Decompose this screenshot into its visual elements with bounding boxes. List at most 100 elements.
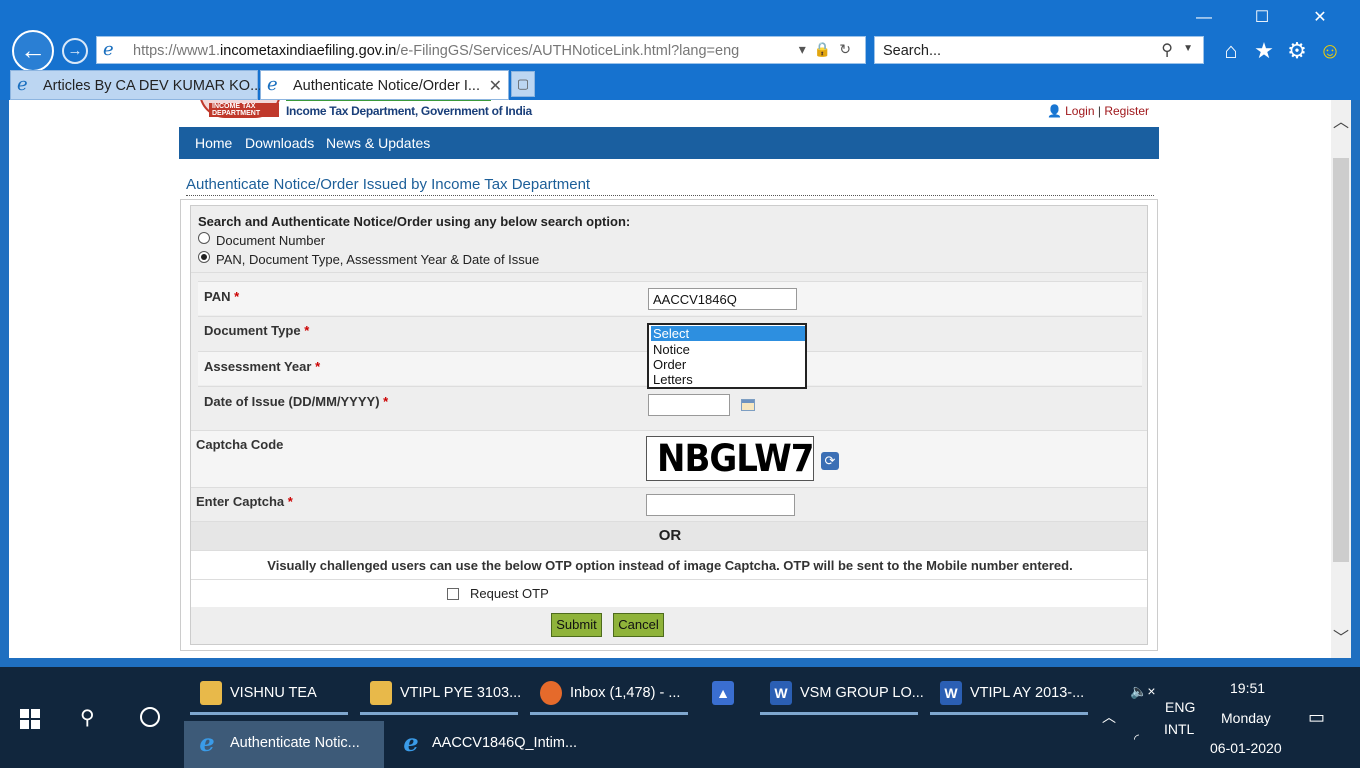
arrow-left-icon: ← [20,35,46,65]
login-link[interactable]: Login [1065,104,1094,118]
date-of-issue-label-text: Date of Issue (DD/MM/YYYY) [204,394,380,409]
or-separator: OR [658,527,682,544]
taskbar-item-label: VISHNU TEA [230,685,317,701]
windows-start-icon[interactable] [20,709,40,729]
logo-emblem: INCOME TAX DEPARTMENT [199,100,281,118]
nav-home[interactable]: Home [195,135,232,151]
document-type-label-text: Document Type [204,323,301,338]
clock-time[interactable]: 19:51 [1230,680,1265,696]
row-date-of-issue: Date of Issue (DD/MM/YYYY) * [198,386,1142,424]
search-icon[interactable]: ⚲ [1161,40,1173,60]
close-window-button[interactable]: ✕ [1310,8,1330,28]
search-icon[interactable]: ⚲ [80,705,95,730]
url-domain: incometaxindiaefiling.gov.in [220,43,397,59]
firefox-icon [540,681,562,705]
taskbar-item-vishnu-tea[interactable]: VISHNU TEA [188,671,350,715]
star-icon[interactable]: ★ [1251,38,1277,64]
radio-document-number[interactable] [198,232,210,244]
heading-divider [186,195,1154,196]
register-link[interactable]: Register [1104,104,1149,118]
page-scrollbar[interactable]: ︿ ﹀ [1331,100,1351,658]
app-icon: ▲ [712,681,734,705]
chevron-up-icon[interactable]: ︿ [1331,108,1351,131]
chevron-down-icon[interactable]: ▾ [799,41,814,57]
taskbar-item-aaccv-intimation[interactable]: e AACCV1846Q_Intim... [388,721,588,768]
required-mark: * [304,323,310,338]
maximize-button[interactable]: ☐ [1252,8,1272,28]
taskbar-item-label: VTIPL AY 2013-... [970,685,1085,701]
taskbar-item-vsm-group[interactable]: W VSM GROUP LO... [758,671,924,715]
radio-pan-search[interactable] [198,251,210,263]
volume-muted-icon[interactable]: 🔈× [1130,683,1156,700]
url-text[interactable]: https://www1.incometaxindiaefiling.gov.i… [133,43,739,59]
active-indicator [760,712,918,715]
smiley-icon[interactable]: ☺ [1317,38,1343,64]
chevron-down-icon[interactable]: ▼ [1183,43,1193,54]
close-icon[interactable]: ✕ [489,76,502,96]
request-otp-checkbox[interactable] [447,588,459,600]
url-path: /e-FilingGS/Services/AUTHNoticeLink.html… [396,43,740,59]
refresh-icon[interactable]: ↻ [839,41,859,57]
home-icon[interactable]: ⌂ [1218,38,1244,64]
tab-authenticate[interactable]: e Authenticate Notice/Order I... ✕ [260,70,509,100]
enter-captcha-label-text: Enter Captcha [196,494,285,509]
minimize-button[interactable]: — [1194,8,1214,28]
clock-day[interactable]: Monday [1221,710,1271,726]
nav-downloads[interactable]: Downloads [245,135,314,151]
pan-input[interactable]: AACCV1846Q [648,288,797,310]
address-bar[interactable]: e https://www1.incometaxindiaefiling.gov… [96,36,866,64]
enter-captcha-input[interactable] [646,494,795,516]
wifi-icon[interactable]: ◜ [1134,731,1139,747]
search-input[interactable]: Search... [883,43,941,59]
scroll-thumb[interactable] [1333,158,1349,562]
taskbar-item-inbox[interactable]: Inbox (1,478) - ... [528,671,690,715]
tab-articles[interactable]: e Articles By CA DEV KUMAR KO... [10,70,262,100]
radio-label-document-number: Document Number [216,233,326,248]
dropdown-option-notice[interactable]: Notice [651,342,805,357]
login-register: 👤 Login | Register [1047,104,1149,118]
tab-row: e Articles By CA DEV KUMAR KO... e Authe… [0,68,1360,100]
taskbar-item-vtipl-pye[interactable]: VTIPL PYE 3103... [358,671,522,715]
lock-icon[interactable]: 🔒 [814,41,839,57]
taskbar-item-label: Inbox (1,478) - ... [570,685,681,701]
calendar-icon[interactable] [741,399,755,411]
cortana-icon[interactable] [140,707,160,727]
taskbar-item-label: VSM GROUP LO... [800,685,924,701]
url-prefix: https://www1. [133,43,221,59]
active-indicator [190,712,348,715]
taskbar-item-vtipl-ay[interactable]: W VTIPL AY 2013-... [928,671,1090,715]
gear-icon[interactable]: ⚙ [1284,38,1310,64]
dropdown-option-letters[interactable]: Letters [651,372,805,387]
taskbar: ⚲ VISHNU TEA VTIPL PYE 3103... Inbox (1,… [0,667,1360,768]
required-mark: * [383,394,389,409]
ie-icon: e [267,74,278,95]
forward-button[interactable]: → [62,38,88,64]
taskbar-item-app[interactable]: ▲ [700,671,750,715]
document-type-dropdown[interactable]: Select Notice Order Letters [647,323,807,389]
ie-icon: e [103,39,114,60]
date-of-issue-input[interactable] [648,394,730,416]
cancel-button[interactable]: Cancel [613,613,664,637]
notifications-icon[interactable]: ▭ [1308,707,1325,728]
row-enter-captcha: Enter Captcha * [191,487,1147,521]
keyboard-layout[interactable]: INTL [1164,721,1194,737]
back-button[interactable]: ← [12,30,54,72]
required-mark: * [287,494,293,509]
chevron-down-icon[interactable]: ﹀ [1331,624,1351,647]
chevron-up-icon[interactable]: ︿ [1102,707,1116,727]
taskbar-item-authenticate-notice[interactable]: e Authenticate Notic... [184,721,384,768]
logo-text: Income Tax Department, Government of Ind… [286,104,532,118]
search-box[interactable]: Search... ⚲ ▼ [874,36,1204,64]
nav-news-updates[interactable]: News & Updates [326,135,430,151]
new-tab-button[interactable]: ▢ [511,71,535,97]
submit-button[interactable]: Submit [551,613,602,637]
dropdown-option-order[interactable]: Order [651,357,805,372]
clock-date[interactable]: 06-01-2020 [1210,740,1282,756]
word-icon: W [770,681,792,705]
enter-captcha-label: Enter Captcha * [196,494,293,509]
authenticate-form: Search and Authenticate Notice/Order usi… [190,205,1148,645]
refresh-captcha-icon[interactable]: ⟳ [821,452,839,470]
dropdown-option-select[interactable]: Select [651,326,805,341]
taskbar-item-label: VTIPL PYE 3103... [400,685,522,701]
language-code[interactable]: ENG [1165,699,1195,715]
